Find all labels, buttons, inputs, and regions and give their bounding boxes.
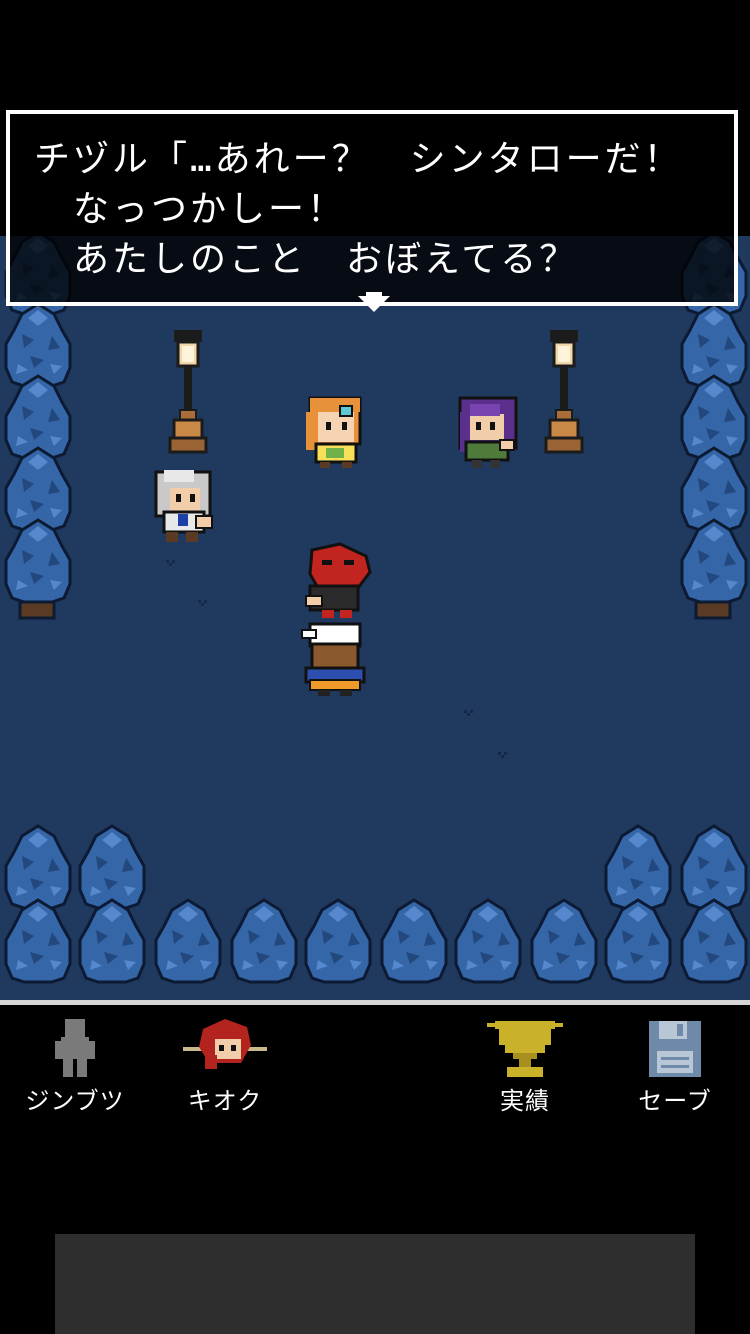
menu-button-achievements[interactable]: 実績 <box>450 1005 600 1120</box>
player-character[interactable] <box>301 622 366 696</box>
menu-label-achievements: 実績 <box>500 1087 550 1115</box>
dialog-advance-arrow-icon[interactable] <box>358 296 390 312</box>
floppy-disk-icon <box>649 1021 701 1077</box>
bottom-menu-bar: ジンブツ キオク 実績 セーブ <box>0 1000 750 1120</box>
dialog-line-2: なっつかしー！ <box>34 189 347 230</box>
dialog-line-3: あたしのこと おぼえてる？ <box>34 239 579 280</box>
trophy-icon <box>487 1021 563 1077</box>
menu-label-memories: キオク <box>187 1087 263 1115</box>
menu-button-memories[interactable]: キオク <box>150 1005 300 1120</box>
menu-label-characters: ジンブツ <box>25 1087 125 1115</box>
menu-label-save: セーブ <box>638 1087 712 1115</box>
menu-button-save[interactable]: セーブ <box>600 1005 750 1120</box>
game-view[interactable]: チヅル「…あれー？ シンタローだ！ なっつかしー！ あたしのこと おぼえてる？ <box>0 0 750 1000</box>
park-scene[interactable] <box>0 236 750 1000</box>
person-silhouette-icon <box>55 1019 95 1077</box>
ad-banner-area[interactable] <box>55 1234 695 1334</box>
npc-purple-haired-girl[interactable] <box>458 396 518 468</box>
npc-white-haired-boy[interactable] <box>154 470 213 542</box>
menu-button-characters[interactable]: ジンブツ <box>0 1005 150 1120</box>
dialog-line-1: チヅル「…あれー？ シンタローだ！ <box>34 139 683 180</box>
memory-portrait-icon <box>183 1019 267 1069</box>
